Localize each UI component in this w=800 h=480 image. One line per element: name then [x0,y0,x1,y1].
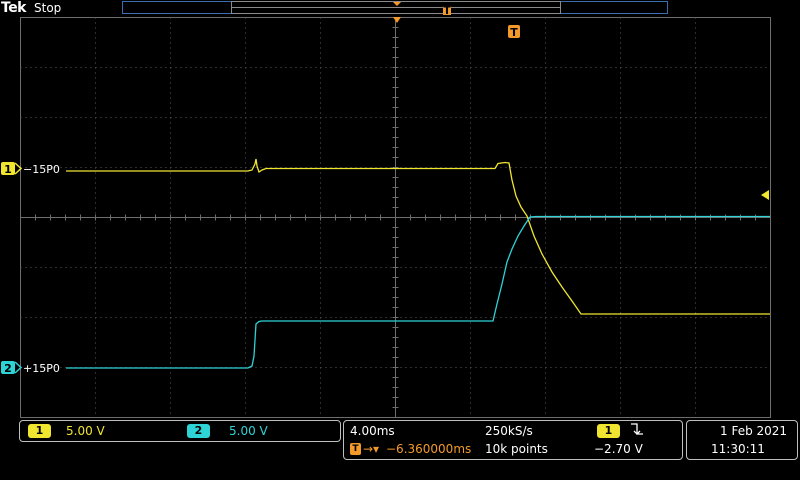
sample-rate[interactable]: 250kS/s [485,424,533,438]
ch2-scale[interactable]: 5.00 V [229,424,268,438]
time-display: 11:30:11 [711,442,765,456]
graticule-grid [20,17,771,418]
date-display: 1 Feb 2021 [720,424,788,438]
ch2-waveform [66,215,770,369]
horizontal-delay[interactable]: −6.360000ms [386,442,471,456]
ch1-label: −15P0 [23,163,60,176]
ch2-ground-marker[interactable]: 2 [1,361,23,375]
delay-trigger-icon: T [350,443,361,455]
svg-text:1: 1 [4,163,12,176]
trigger-badge-letter: T [510,26,518,39]
svg-text:2: 2 [4,362,12,375]
ch2-label: +15P0 [23,362,60,375]
ch1-ground-marker[interactable]: 1 [1,162,23,176]
ch1-waveform [66,158,770,315]
vertical-settings-panel[interactable]: 1 5.00 V 2 5.00 V [19,420,341,442]
datetime-panel[interactable]: 1 Feb 2021 11:30:11 [686,420,798,460]
falling-edge-icon[interactable] [630,422,644,440]
waveform-display[interactable]: T T 1 −15P0 2 +15P0 [0,0,800,420]
trigger-level[interactable]: −2.70 V [594,442,643,456]
trigger-position-icon[interactable] [393,17,401,23]
delay-arrow-icon: →▾ [363,442,380,456]
record-length[interactable]: 10k points [485,442,548,456]
record-center-icon [393,2,401,6]
horizontal-trigger-panel[interactable]: 4.00ms 250kS/s 1 T →▾ −6.360000ms 10k po… [343,420,683,460]
ch1-scale[interactable]: 5.00 V [66,424,105,438]
trigger-source-badge[interactable]: 1 [597,424,620,438]
record-trigger-letter: T [443,4,451,17]
status-bar: 1 5.00 V 2 5.00 V 4.00ms 250kS/s 1 T →▾ … [0,418,800,480]
ch2-badge[interactable]: 2 [187,424,210,438]
trigger-level-icon[interactable] [761,190,769,200]
ch1-badge[interactable]: 1 [28,424,51,438]
time-per-div[interactable]: 4.00ms [350,424,395,438]
